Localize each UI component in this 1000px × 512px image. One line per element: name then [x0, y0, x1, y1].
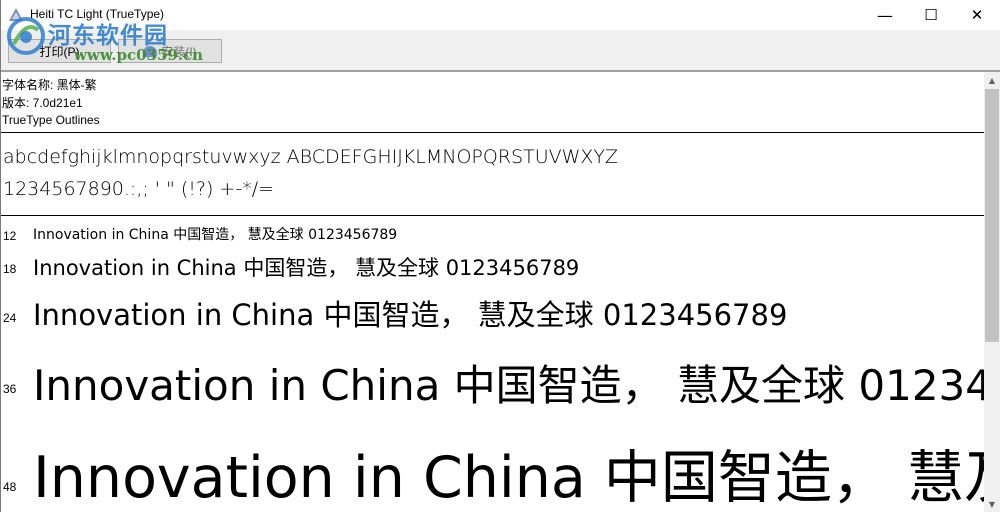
maximize-button[interactable]: ☐	[908, 0, 954, 30]
samples-divider	[0, 215, 984, 216]
window-border	[0, 0, 1, 512]
size-label: 18	[3, 262, 17, 276]
scroll-thumb[interactable]	[985, 89, 999, 342]
size-label: 36	[3, 382, 17, 396]
close-icon: ✕	[970, 6, 984, 24]
font-viewer-window: Heiti TC Light (TrueType) — ☐ ✕ 打印(P) 安装…	[0, 0, 1000, 512]
install-shield-icon	[143, 45, 158, 57]
window-title: Heiti TC Light (TrueType)	[30, 7, 165, 21]
install-button-label: 安装(I)	[161, 44, 197, 59]
print-button-label: 打印(P)	[39, 44, 80, 59]
font-version-line: 版本: 7.0d21e1	[2, 96, 83, 110]
size-label: 12	[3, 229, 17, 243]
print-button[interactable]: 打印(P)	[8, 39, 111, 63]
size-label: 48	[3, 480, 17, 494]
scroll-up-arrow-icon[interactable]: ▲	[984, 72, 1000, 88]
alphabet-sample: abcdefghijklmnopqrstuvwxyz ABCDEFGHIJKLM…	[3, 146, 619, 168]
font-preview-area: 字体名称: 黑体-繁 版本: 7.0d21e1 TrueType Outline…	[0, 72, 984, 512]
toolbar: 打印(P) 安装(I)	[0, 30, 1000, 70]
size-sample-text: Innovation in China 中国智造， 慧及全球 012345678…	[33, 298, 788, 332]
minimize-icon: —	[877, 5, 893, 25]
size-sample-text: Innovation in China 中国智造， 慧及全球 012345678…	[33, 445, 984, 511]
scroll-down-arrow-icon[interactable]: ▼	[984, 496, 1000, 512]
title-bar[interactable]: Heiti TC Light (TrueType) — ☐ ✕	[0, 0, 1000, 30]
maximize-icon: ☐	[924, 6, 938, 24]
size-sample-text: Innovation in China 中国智造， 慧及全球 012345678…	[33, 256, 580, 280]
size-sample-text: Innovation in China 中国智造， 慧及全球 012345678…	[33, 227, 398, 243]
close-button[interactable]: ✕	[954, 0, 1000, 30]
font-outline-line: TrueType Outlines	[2, 113, 100, 127]
font-name-line: 字体名称: 黑体-繁	[2, 78, 97, 92]
minimize-button[interactable]: —	[862, 0, 908, 30]
size-label: 24	[3, 311, 17, 325]
vertical-scrollbar[interactable]: ▲ ▼	[984, 72, 1000, 512]
font-file-icon	[9, 8, 23, 21]
digits-sample: 1234567890.:,; ' " (!?) +-*/=	[3, 178, 275, 200]
size-sample-text: Innovation in China 中国智造， 慧及全球 012345678…	[33, 361, 984, 410]
info-divider	[0, 132, 984, 133]
install-button[interactable]: 安装(I)	[118, 39, 222, 63]
